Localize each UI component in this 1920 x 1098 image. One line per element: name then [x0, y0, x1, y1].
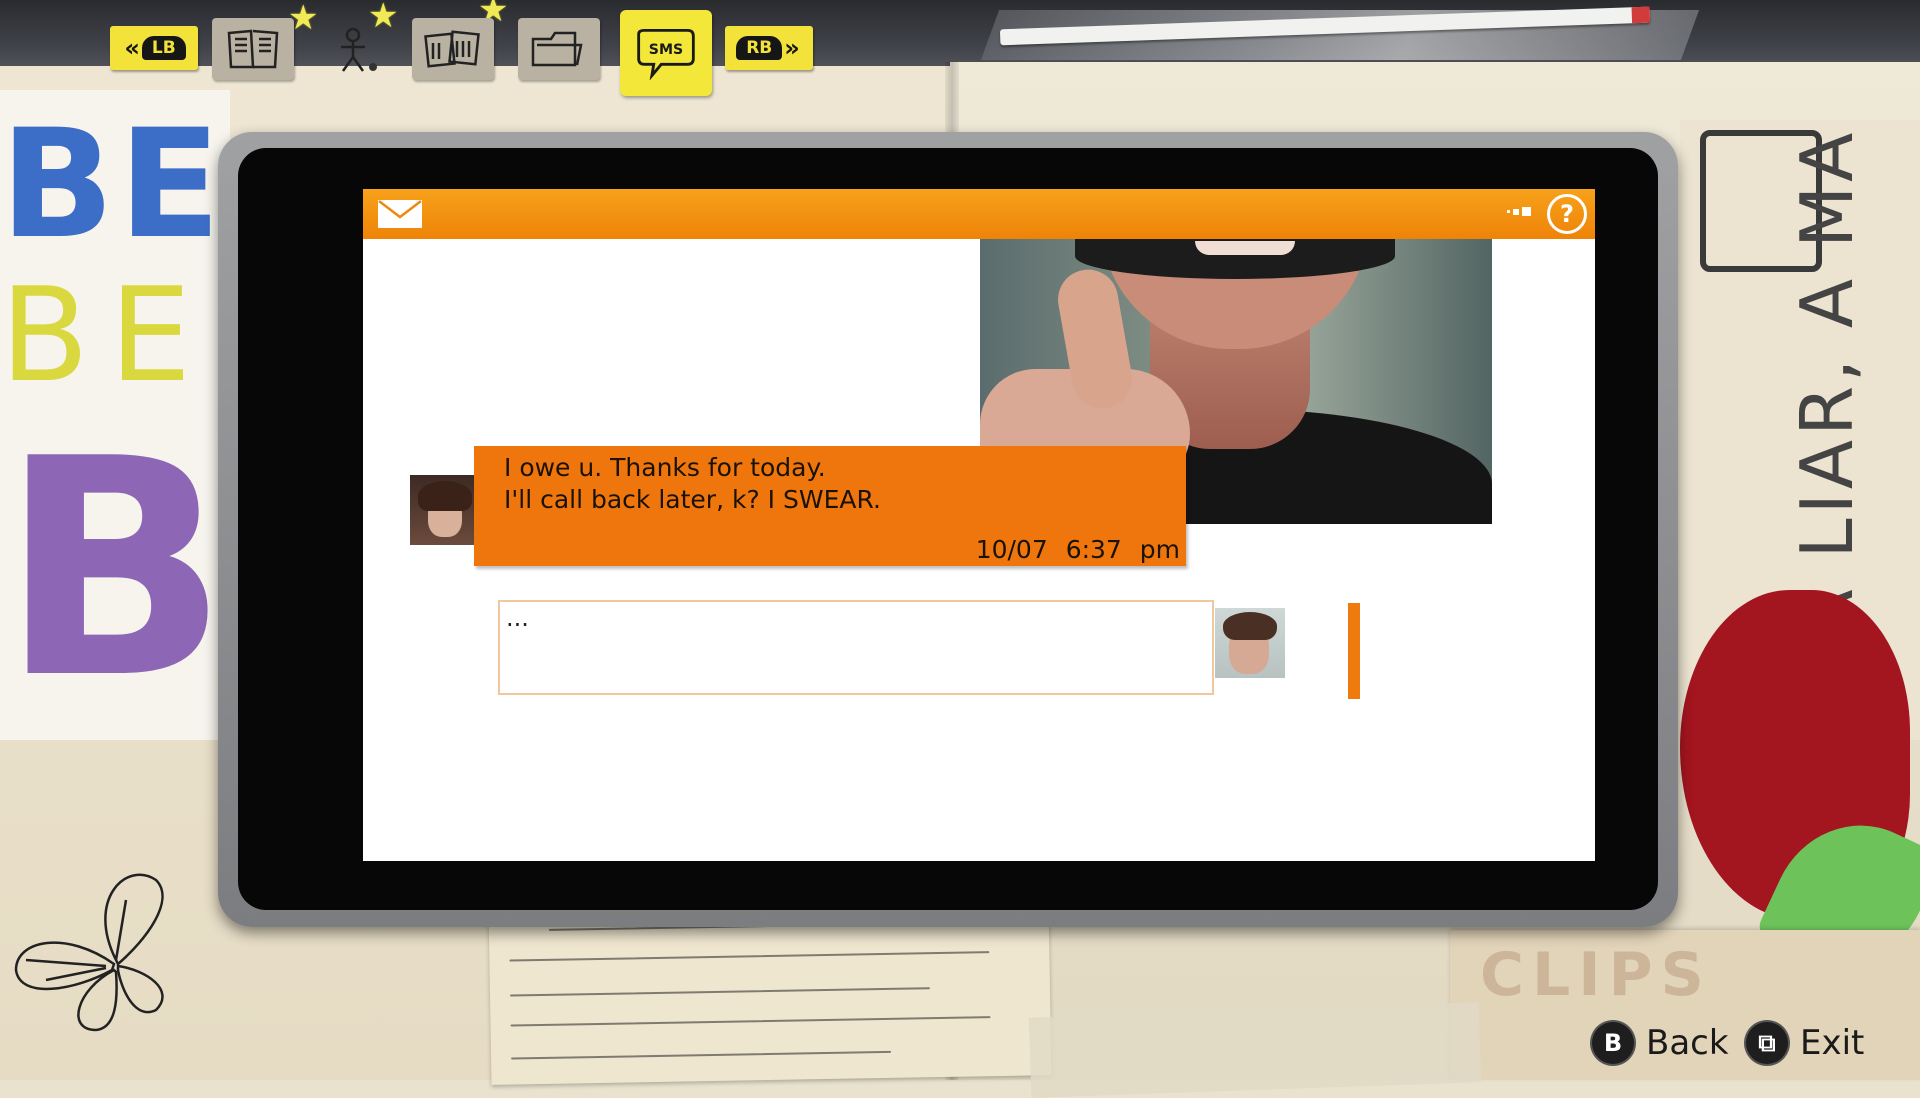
- rb-bumper-button[interactable]: RB »: [725, 26, 813, 70]
- collage-letters-blue: BE: [0, 98, 225, 272]
- star-sticker-icon: ★: [288, 0, 319, 38]
- sms-speech-bubble-icon: SMS: [637, 28, 695, 80]
- exit-prompt[interactable]: ⧉ Exit: [1746, 1022, 1864, 1064]
- sender-avatar: [410, 475, 480, 545]
- reply-box[interactable]: ...: [498, 600, 1214, 695]
- star-sticker-icon: ★: [368, 0, 399, 36]
- back-prompt[interactable]: B Back: [1592, 1022, 1729, 1064]
- tab-sms[interactable]: SMS: [620, 10, 712, 96]
- avatar-hair: [1223, 612, 1277, 640]
- message-bubble: I owe u. Thanks for today. I'll call bac…: [474, 446, 1186, 566]
- avatar-hair: [418, 481, 472, 511]
- help-button[interactable]: ?: [1547, 194, 1587, 234]
- message-time: 6:37 pm: [1065, 535, 1180, 564]
- butterfly-doodle-icon: [14, 873, 164, 1032]
- exit-label: Exit: [1800, 1023, 1865, 1063]
- envelope-icon: [378, 200, 422, 228]
- message-text: I owe u. Thanks for today. I'll call bac…: [504, 453, 881, 514]
- lb-label: LB: [141, 36, 186, 60]
- b-button-icon: B: [1592, 1022, 1634, 1064]
- back-label: Back: [1646, 1023, 1729, 1063]
- double-chevron-left-icon: «: [124, 34, 140, 62]
- tab-journal[interactable]: [212, 18, 294, 80]
- reply-avatar: [1215, 608, 1285, 678]
- signal-icon: [1507, 207, 1531, 216]
- rb-label: RB: [736, 36, 783, 60]
- lb-bumper-button[interactable]: « LB: [110, 26, 198, 70]
- sms-header-bar: ?: [363, 189, 1595, 239]
- scrollbar[interactable]: [1348, 603, 1360, 699]
- reply-text: ...: [506, 604, 529, 632]
- photos-icon: [424, 30, 480, 68]
- tab-photos[interactable]: [412, 18, 494, 80]
- message-timestamp: 10/07 6:37 pm: [976, 535, 1180, 564]
- message-date: 10/07: [975, 535, 1048, 564]
- tab-files[interactable]: [518, 18, 600, 80]
- tape-strip: [1028, 1002, 1482, 1098]
- journal-icon: [227, 29, 279, 69]
- view-button-icon: ⧉: [1746, 1022, 1788, 1064]
- sms-tab-label: SMS: [649, 42, 683, 58]
- double-chevron-right-icon: »: [784, 34, 800, 62]
- handwritten-notes: [488, 900, 1052, 1085]
- photo-smile: [1195, 241, 1295, 255]
- phone-screen: ? I owe u. Thanks for today. I'll call b…: [363, 189, 1595, 861]
- collage-letters-yellow: BE: [0, 259, 212, 411]
- folder-icon: [531, 31, 583, 67]
